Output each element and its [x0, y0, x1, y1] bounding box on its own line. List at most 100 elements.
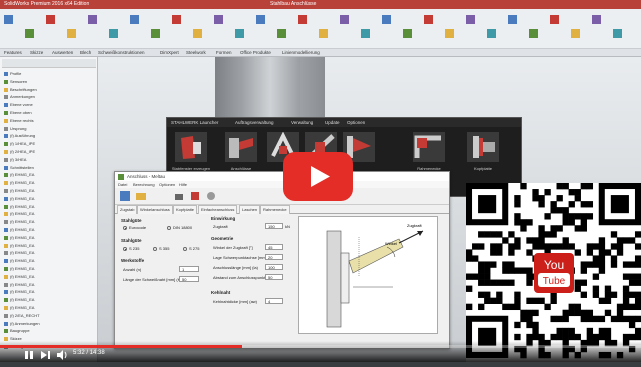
launcher-tile-kopfplatte[interactable] [467, 132, 499, 162]
ribbon-tool-icon[interactable] [256, 15, 265, 24]
launcher-tile-rahmenecke[interactable] [413, 132, 445, 162]
norm-radio-eurocode[interactable] [123, 226, 127, 230]
tree-item[interactable]: (f) EHMG_EA [4, 289, 34, 295]
tab-kopfplatte[interactable]: Kopfplatte [173, 205, 198, 214]
tree-item[interactable]: (f) EHMG_EA [4, 219, 34, 225]
tab-zugstab[interactable]: Zugstab [117, 205, 138, 214]
info-icon[interactable] [205, 190, 217, 202]
ribbon-tool-icon[interactable] [235, 29, 244, 38]
tree-item[interactable]: Sensoren [4, 79, 27, 85]
tree-item[interactable]: (f) EHMG_EA [4, 188, 34, 194]
tab-formen[interactable]: Formen [216, 49, 232, 57]
tree-item[interactable]: (f) EHMG_EA [4, 258, 34, 264]
print-icon[interactable] [173, 190, 185, 202]
tree-item[interactable]: (f) EHMG_EA [4, 282, 34, 288]
grade-radio-s235[interactable] [123, 247, 127, 251]
tree-item[interactable]: (f) EHMG_EA [4, 297, 34, 303]
tree-item[interactable]: Ebene vorne [4, 102, 33, 108]
launcher-tile-anschluesse[interactable] [225, 132, 257, 162]
ribbon-tool-icon[interactable] [130, 15, 139, 24]
tab-dimxpert[interactable]: DimXpert [160, 49, 179, 57]
ribbon-icons[interactable] [0, 9, 641, 49]
tab-linienmodellierung[interactable]: Linienmodellierung [282, 49, 320, 57]
ribbon-tool-icon[interactable] [172, 15, 181, 24]
pause-icon[interactable] [24, 350, 34, 360]
save-icon[interactable] [189, 190, 201, 202]
tree-item[interactable]: (f) EHMG_EA [4, 274, 34, 280]
ribbon-tool-icon[interactable] [424, 15, 433, 24]
tree-item[interactable]: (f) 1/HEA_IPE [4, 141, 35, 147]
ribbon-tool-icon[interactable] [340, 15, 349, 24]
tab-winkelanschluss[interactable]: Winkelanschluss [137, 205, 173, 214]
tree-item[interactable]: Beschriftungen [4, 87, 37, 93]
grade-radio-s355[interactable] [153, 247, 157, 251]
tab-rahmenecke[interactable]: Rahmenecke [260, 205, 290, 214]
tree-item[interactable]: Profile [4, 71, 21, 77]
tab-laschen[interactable]: Laschen [239, 205, 261, 214]
ribbon-tool-icon[interactable] [508, 15, 517, 24]
geometrie-field[interactable]: 20 [265, 254, 283, 260]
ribbon-tool-icon[interactable] [214, 15, 223, 24]
tab-schweisskonstruktionen[interactable]: Schweißkonstruktionen [98, 49, 145, 57]
play-icon[interactable] [283, 152, 353, 201]
tree-item[interactable]: (f) EHMG_EA [4, 235, 34, 241]
tree-item[interactable]: (f) EHMG_EA [4, 180, 34, 186]
kehlnaht-field[interactable]: 4 [265, 298, 283, 304]
volume-icon[interactable] [56, 350, 68, 360]
ribbon-tool-icon[interactable] [592, 15, 601, 24]
ribbon-tool-icon[interactable] [382, 15, 391, 24]
launcher-tile-stabfenster[interactable] [175, 132, 207, 162]
next-icon[interactable] [40, 350, 52, 360]
tree-item[interactable]: (f) 2/EA_RECHT [4, 313, 40, 319]
ribbon-tool-icon[interactable] [571, 29, 580, 38]
tree-item[interactable]: Ursprung [4, 126, 26, 132]
tree-item[interactable]: (f) EHMG_EA [4, 243, 34, 249]
tree-item[interactable]: (f) EHMG_EA [4, 196, 34, 202]
launcher-menu-auftragsverwaltung[interactable]: Auftragsverwaltung [235, 118, 274, 127]
launcher-menu-update[interactable]: Update [325, 118, 340, 127]
ribbon-tool-icon[interactable] [361, 29, 370, 38]
menu-datei[interactable]: Datei [118, 181, 127, 188]
ribbon-tool-icon[interactable] [25, 29, 34, 38]
open-icon[interactable] [135, 190, 147, 202]
tab-skizze[interactable]: Skizze [30, 49, 43, 57]
tree-item[interactable]: (f) EHMG_EA [4, 250, 34, 256]
tab-features[interactable]: Features [4, 49, 22, 57]
launcher-menu-verwaltung[interactable]: Verwaltung [291, 118, 313, 127]
tree-item[interactable]: (f) EHMG_EA [4, 204, 34, 210]
ribbon-tool-icon[interactable] [529, 29, 538, 38]
tree-item[interactable]: Anmerkungen [4, 94, 35, 100]
tree-item[interactable]: Baugruppe [4, 328, 30, 334]
ribbon-tool-icon[interactable] [319, 29, 328, 38]
tree-item[interactable]: (f) Ausführung [4, 133, 35, 139]
ribbon-tool-icon[interactable] [298, 15, 307, 24]
tab-blech[interactable]: Blech [80, 49, 91, 57]
anzahl-field[interactable]: 1 [179, 266, 199, 272]
ribbon-tool-icon[interactable] [487, 29, 496, 38]
ribbon-tool-icon[interactable] [403, 29, 412, 38]
ribbon-tool-icon[interactable] [445, 29, 454, 38]
tab-steelwork[interactable]: Steelwork [186, 49, 206, 57]
tree-item[interactable]: Ebene oben [4, 110, 32, 116]
geometrie-field[interactable]: 50 [265, 274, 283, 280]
tree-item[interactable]: (f) EHMG_EA [4, 266, 34, 272]
tree-item[interactable]: (f) EHMG_EA [4, 305, 34, 311]
launcher-menu-optionen[interactable]: Optionen [347, 118, 365, 127]
ribbon-tool-icon[interactable] [109, 29, 118, 38]
ribbon-tool-icon[interactable] [151, 29, 160, 38]
ribbon-tool-icon[interactable] [4, 15, 13, 24]
laenge-field[interactable]: 50 [179, 276, 199, 282]
ribbon-tool-icon[interactable] [613, 29, 622, 38]
geometrie-field[interactable]: 100 [265, 264, 283, 270]
tab-auswerten[interactable]: Auswerten [52, 49, 73, 57]
tree-item[interactable]: (f) EHMG_EA [4, 172, 34, 178]
ribbon-tool-icon[interactable] [277, 29, 286, 38]
tree-item[interactable]: (f) Anmerkungen [4, 321, 40, 327]
tree-item[interactable]: (f) EHMG_EA [4, 227, 34, 233]
tree-item[interactable]: Schnittstellen [4, 165, 34, 171]
tree-item[interactable]: (f) 3/HEA [4, 157, 26, 163]
tab-office-produkte[interactable]: Office Produkte [240, 49, 271, 57]
tree-item[interactable]: Ebene rechts [4, 118, 34, 124]
ribbon-tool-icon[interactable] [193, 29, 202, 38]
geometrie-field[interactable]: 45 [265, 244, 283, 250]
